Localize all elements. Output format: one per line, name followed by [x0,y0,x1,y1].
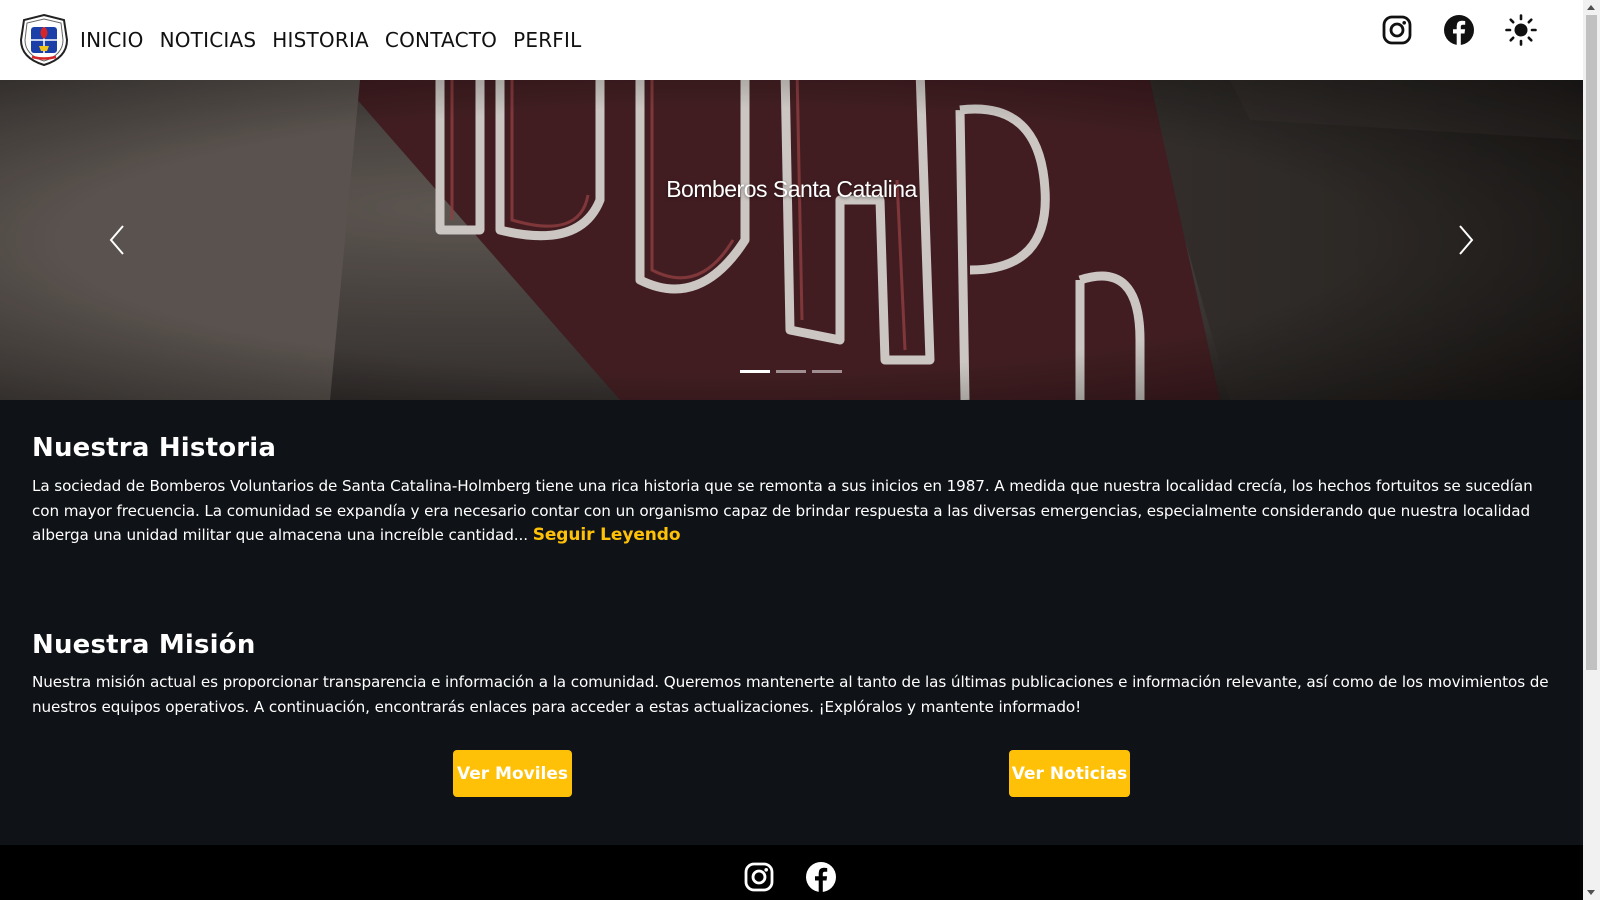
scroll-up-icon[interactable] [1587,5,1595,10]
nav-links: INICIO NOTICIAS HISTORIA CONTACTO PERFIL [80,27,597,53]
read-more-link[interactable]: Seguir Leyendo [533,525,681,545]
mision-text: Nuestra misión actual es proporcionar tr… [32,673,1549,716]
nav-link-historia[interactable]: HISTORIA [272,27,369,53]
carousel-indicators [740,370,842,373]
facebook-icon[interactable] [805,861,837,893]
hero-background-image [0,80,1583,400]
historia-title: Nuestra Historia [32,433,277,463]
chevron-right-icon [1459,225,1474,255]
navbar: INICIO NOTICIAS HISTORIA CONTACTO PERFIL [0,0,1583,80]
mision-title: Nuestra Misión [32,630,256,660]
carousel-next-button[interactable] [1450,220,1480,260]
footer [0,845,1583,900]
chevron-left-icon [109,225,124,255]
ver-noticias-button[interactable]: Ver Noticias [1009,750,1130,797]
instagram-icon[interactable] [1381,14,1413,46]
nav-link-noticias[interactable]: NOTICIAS [160,27,257,53]
scrollbar-thumb[interactable] [1586,15,1597,670]
carousel-indicator[interactable] [740,370,770,373]
historia-paragraph: La sociedad de Bomberos Voluntarios de S… [32,477,1533,544]
nav-link-contacto[interactable]: CONTACTO [385,27,497,53]
historia-text: La sociedad de Bomberos Voluntarios de S… [32,474,1552,548]
nav-link-perfil[interactable]: PERFIL [513,27,581,53]
logo[interactable] [17,13,71,67]
instagram-icon[interactable] [743,861,775,893]
carousel-indicator[interactable] [776,370,806,373]
nav-social-icons [1343,14,1583,54]
sun-theme-icon[interactable] [1505,14,1537,46]
carousel-prev-button[interactable] [103,220,133,260]
main-content [0,400,1583,845]
hero-caption: Bomberos Santa Catalina [666,176,917,202]
nav-link-inicio[interactable]: INICIO [80,27,144,53]
facebook-icon[interactable] [1443,14,1475,46]
ver-moviles-button[interactable]: Ver Moviles [453,750,572,797]
hero-carousel: Bomberos Santa Catalina [0,80,1583,400]
scrollbar[interactable] [1583,0,1600,900]
scroll-down-icon[interactable] [1587,890,1595,895]
carousel-indicator[interactable] [812,370,842,373]
